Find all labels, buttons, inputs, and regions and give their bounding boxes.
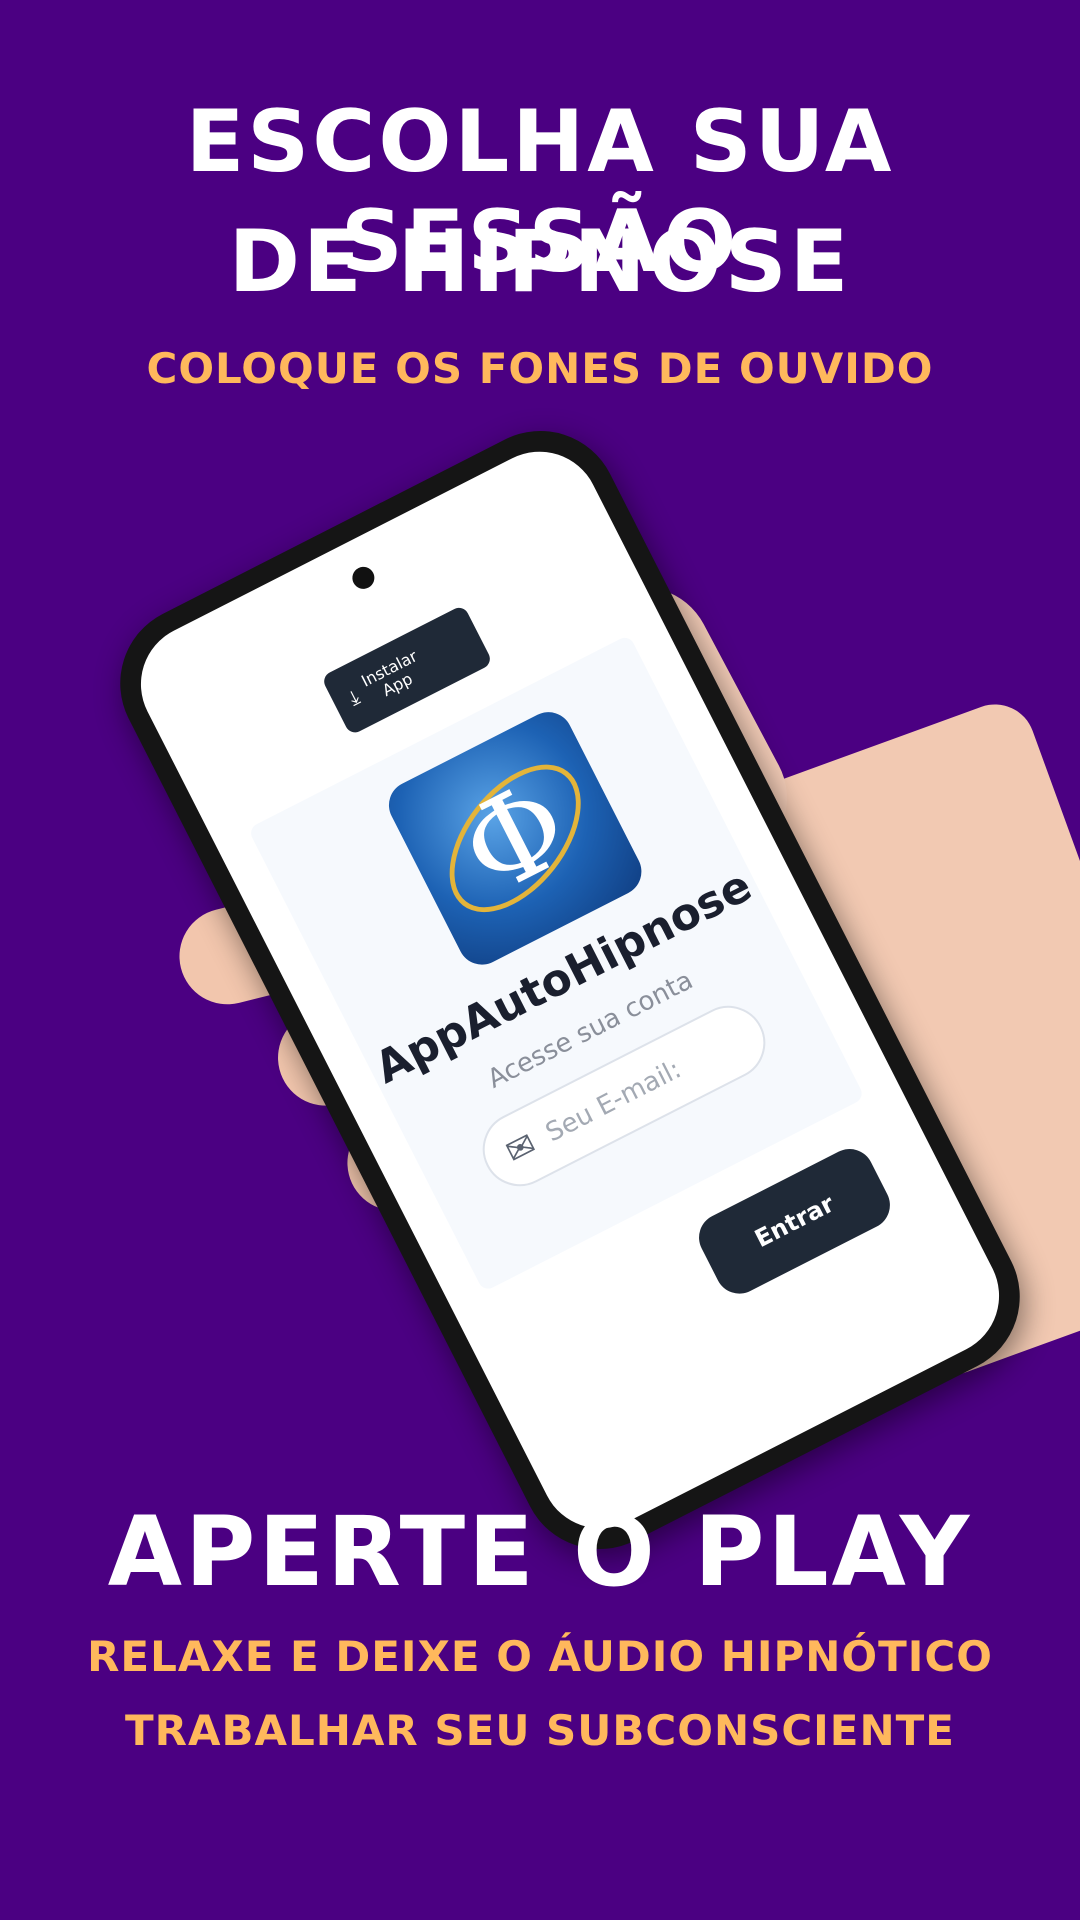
play-description-line-2: TRABALHAR SEU SUBCONSCIENTE (125, 1706, 955, 1755)
install-app-label: Instalar App (358, 646, 429, 706)
main-title-line-2: DE HIPNOSE (228, 212, 852, 312)
mail-icon: ✉ (499, 1124, 543, 1173)
download-icon: ⤓ (344, 684, 364, 710)
play-title: APERTE O PLAY (107, 1496, 973, 1608)
subtitle: COLOQUE OS FONES DE OUVIDO (146, 344, 934, 393)
camera-hole (348, 563, 379, 593)
play-description-line-1: RELAXE E DEIXE O ÁUDIO HIPNÓTICO (87, 1632, 993, 1681)
